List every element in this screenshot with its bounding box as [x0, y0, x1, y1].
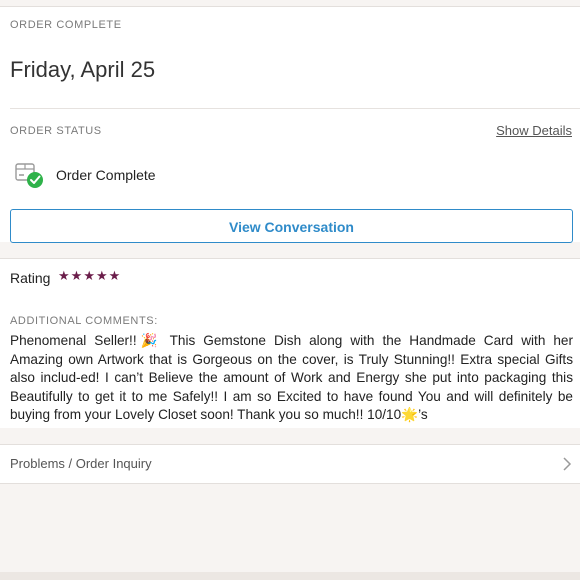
order-date: Friday, April 25: [10, 57, 156, 82]
star-icon: ★: [108, 268, 121, 283]
star-icon: ★: [70, 268, 83, 283]
view-conversation-button[interactable]: View Conversation: [10, 209, 573, 243]
star-icon: ★: [58, 268, 70, 283]
divider: [10, 108, 580, 109]
show-details-link[interactable]: Show Details: [496, 123, 572, 138]
order-summary-card: ORDER COMPLETE Friday, April 25 ORDER ST…: [0, 6, 580, 243]
order-page: ORDER COMPLETE Friday, April 25 ORDER ST…: [0, 0, 580, 580]
order-inquiry-label: Problems / Order Inquiry: [10, 456, 152, 471]
package-check-icon: [14, 161, 44, 189]
order-status-text: Order Complete: [56, 167, 156, 183]
order-inquiry-row[interactable]: Problems / Order Inquiry: [0, 444, 580, 484]
order-complete-label: ORDER COMPLETE: [10, 19, 122, 31]
rating-label: Rating: [10, 270, 51, 286]
comments-label: ADDITIONAL COMMENTS:: [10, 315, 158, 327]
star-icon: ★: [83, 268, 95, 283]
comment-text: Phenomenal Seller!!🎉 This Gemstone Dish …: [10, 332, 573, 425]
rating-card: Rating ★★★★★ ADDITIONAL COMMENTS: Phenom…: [0, 258, 580, 428]
party-popper-emoji: 🎉: [136, 333, 162, 348]
bottom-strip: [0, 572, 580, 580]
rating-stars: ★★★★★: [58, 268, 121, 284]
star-icon: ★: [95, 268, 108, 283]
chevron-right-icon: [562, 457, 572, 471]
comment-part: ’s: [418, 407, 428, 422]
order-status-label: ORDER STATUS: [10, 125, 102, 137]
star-emoji: 🌟: [401, 407, 419, 422]
comment-part: Phenomenal Seller!!: [10, 333, 137, 348]
